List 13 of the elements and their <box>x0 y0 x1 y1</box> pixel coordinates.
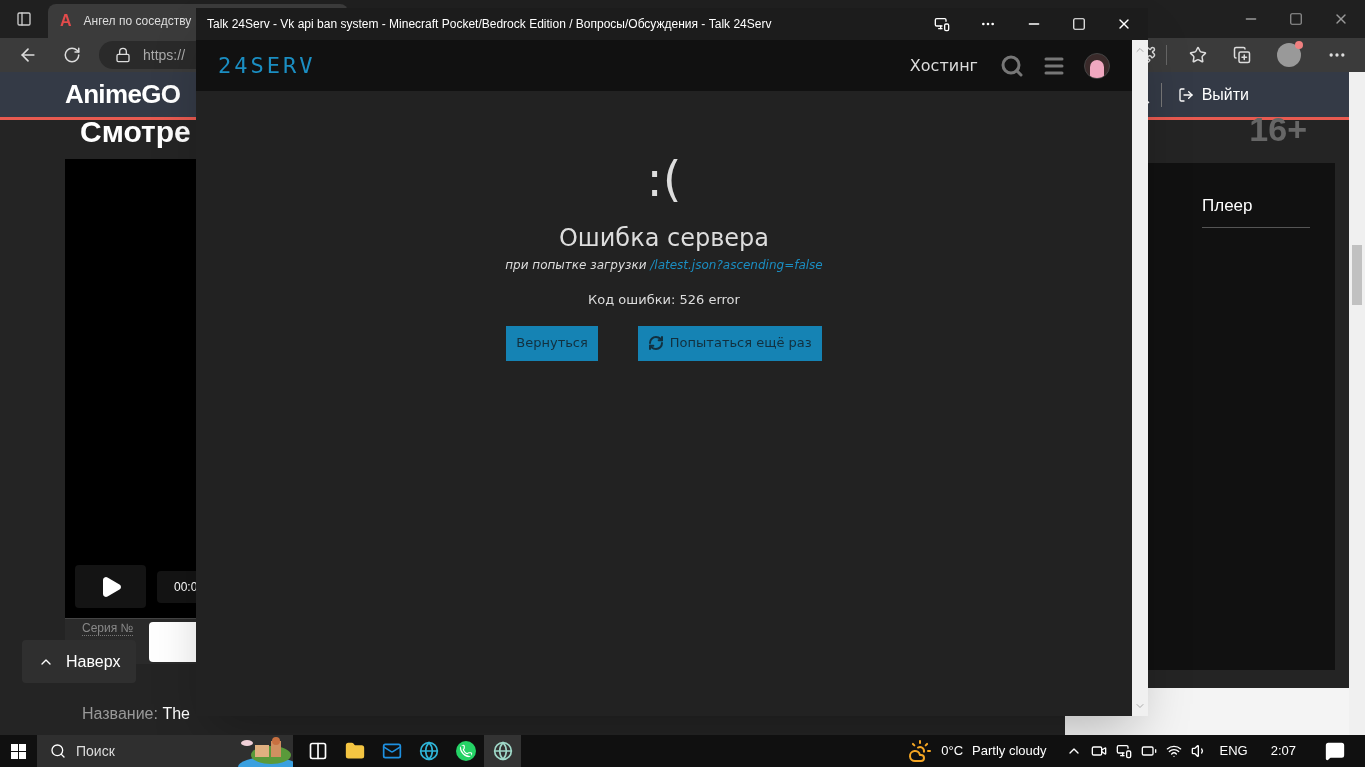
site-favicon: A <box>60 11 72 31</box>
page-heading: Смотре <box>80 117 192 150</box>
episode-label: Серия № <box>82 622 134 636</box>
tab-title: Ангел по соседству <box>83 13 192 30</box>
error-title: Ошибка сервера <box>558 223 770 254</box>
age-rating: 16+ <box>1249 112 1307 150</box>
title-label: Название: <box>82 705 158 722</box>
error-subtitle: при попытке загрузки /latest.json?ascending=false <box>505 257 823 274</box>
title-value: The <box>162 705 190 722</box>
address-text: https:// <box>143 45 186 65</box>
sad-face: :( <box>646 155 682 203</box>
error-code: Код ошибки: 526 error <box>588 291 740 309</box>
window-title: Talk 24Serv - Vk api ban system - Minecraft Pocket/Bedrock Edition / Вопросы/Обсуждения - Talk 24Serv <box>207 16 772 33</box>
